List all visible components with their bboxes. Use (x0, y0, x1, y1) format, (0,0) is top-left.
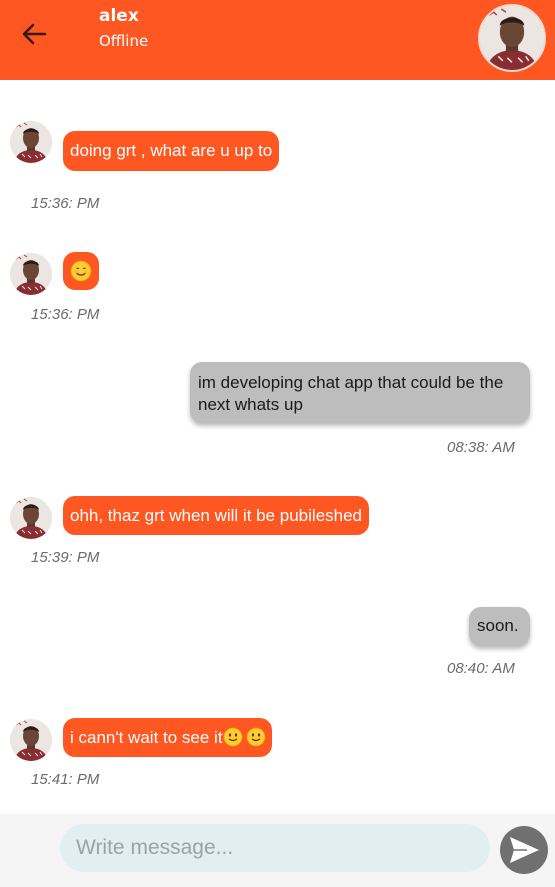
message-text: im developing chat app that could be the… (198, 373, 504, 414)
message-composer (0, 814, 555, 887)
message-timestamp: 15:36: PM (31, 195, 100, 212)
message-timestamp: 15:41: PM (31, 771, 100, 788)
sender-avatar (10, 719, 52, 761)
incoming-message-bubble[interactable]: ohh, thaz grt when will it be pubileshed (63, 496, 370, 535)
message-text: i cann't wait to see it (70, 728, 223, 747)
contact-status: Offline (99, 32, 149, 50)
contact-avatar[interactable] (478, 4, 546, 72)
send-button[interactable] (500, 826, 548, 874)
outgoing-message-bubble[interactable]: soon. (469, 607, 530, 646)
message-timestamp: 15:39: PM (31, 549, 100, 566)
message-text: soon. (477, 616, 519, 635)
back-button[interactable] (14, 16, 54, 52)
slightly-smiling-face-icon (246, 727, 266, 747)
message-timestamp: 08:40: AM (447, 660, 515, 677)
message-timestamp: 08:38: AM (447, 439, 515, 456)
chat-header: alex Offline (0, 0, 555, 80)
message-timestamp: 15:36: PM (31, 306, 100, 323)
outgoing-message-bubble[interactable]: im developing chat app that could be the… (190, 362, 530, 423)
smiling-face-icon (70, 260, 92, 282)
message-text: ohh, thaz grt when will it be pubileshed (70, 506, 363, 525)
contact-name: alex (99, 6, 139, 26)
send-icon (510, 837, 539, 863)
sender-avatar (10, 497, 52, 539)
incoming-message-bubble[interactable]: doing grt , what are u up to (63, 131, 280, 171)
arrow-left-icon (22, 23, 47, 45)
incoming-message-bubble[interactable] (63, 252, 99, 290)
message-input[interactable] (60, 824, 490, 872)
incoming-message-bubble[interactable]: i cann't wait to see it (63, 718, 272, 757)
sender-avatar (10, 121, 52, 163)
chat-screen: alex Offline doing grt , what are u up t… (0, 0, 555, 887)
sender-avatar (10, 253, 52, 295)
message-text: doing grt , what are u up to (70, 141, 273, 160)
slightly-smiling-face-icon (223, 727, 243, 747)
